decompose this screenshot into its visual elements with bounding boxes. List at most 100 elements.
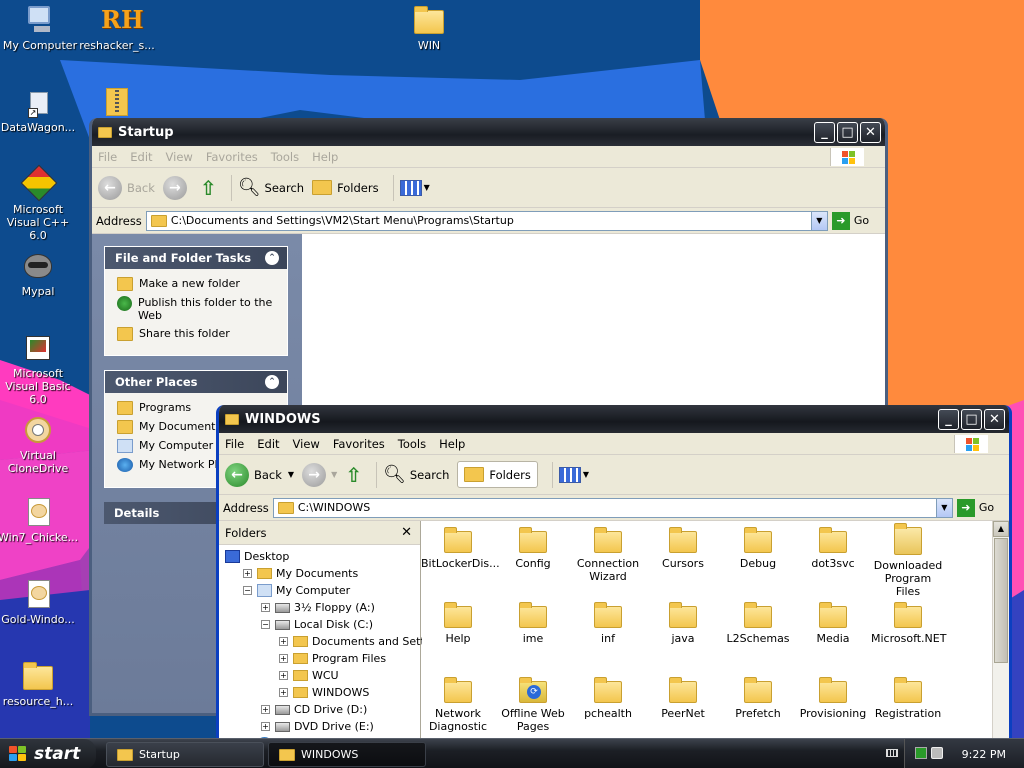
scroll-thumb[interactable] xyxy=(994,538,1008,663)
keyboard-icon[interactable] xyxy=(886,749,898,757)
menu-view[interactable]: View xyxy=(293,437,320,451)
back-button[interactable]: ← Back ▼ xyxy=(225,462,294,487)
minimize-button[interactable]: _ xyxy=(938,409,959,430)
expand-icon[interactable]: + xyxy=(279,671,288,680)
desktop-icon-virtual-clonedrive[interactable]: Virtual CloneDrive xyxy=(0,414,78,475)
folder-item[interactable]: L2Schemas xyxy=(721,600,795,645)
startup-titlebar[interactable]: Startup _ □ ✕ xyxy=(92,118,885,146)
tree-node[interactable]: − My Computer xyxy=(219,582,420,599)
folder-item[interactable]: Media xyxy=(796,600,870,645)
folder-item[interactable]: PeerNet xyxy=(646,675,720,720)
file-folder-tasks-header[interactable]: File and Folder Tasks ⌃ xyxy=(105,247,287,269)
folder-item[interactable]: Downloaded Program Files xyxy=(871,523,945,598)
tree-node[interactable]: + Documents and Settings xyxy=(219,633,448,650)
search-button[interactable]: 🔍︎ Search xyxy=(238,177,304,198)
menu-file[interactable]: File xyxy=(98,150,117,164)
folder-item[interactable]: Connection Wizard xyxy=(571,525,645,583)
folder-item[interactable]: ⟳ Offline Web Pages xyxy=(496,675,570,733)
desktop-icon-win7-chicken[interactable]: Win7_Chicke... xyxy=(0,496,78,544)
folder-item[interactable]: java xyxy=(646,600,720,645)
expand-icon[interactable]: + xyxy=(279,637,288,646)
desktop-icon-zip[interactable] xyxy=(77,86,155,116)
menu-file[interactable]: File xyxy=(225,437,244,451)
desktop-icon-reshacker[interactable]: RH reshacker_s... xyxy=(77,4,157,53)
menu-favorites[interactable]: Favorites xyxy=(206,150,258,164)
expand-icon[interactable]: + xyxy=(243,569,252,578)
desktop-icon-gold-windows[interactable]: Gold-Windo... xyxy=(0,578,78,626)
back-button[interactable]: ← Back xyxy=(98,175,155,200)
minimize-button[interactable]: _ xyxy=(814,122,835,143)
menu-tools[interactable]: Tools xyxy=(398,437,426,451)
tree-node[interactable]: + DVD Drive (E:) xyxy=(219,718,420,735)
scroll-up-icon[interactable]: ▲ xyxy=(993,521,1009,537)
folder-item[interactable]: inf xyxy=(571,600,645,645)
menu-tools[interactable]: Tools xyxy=(271,150,299,164)
network-icon[interactable] xyxy=(915,747,927,759)
tree-node[interactable]: − Local Disk (C:) xyxy=(219,616,420,633)
menu-favorites[interactable]: Favorites xyxy=(333,437,385,451)
start-button[interactable]: start xyxy=(0,739,96,768)
folder-item[interactable]: Provisioning xyxy=(796,675,870,720)
expand-icon[interactable]: + xyxy=(261,603,270,612)
tree-node[interactable]: + My Documents xyxy=(219,565,420,582)
expand-icon[interactable]: + xyxy=(279,654,288,663)
address-input[interactable]: C:\Documents and Settings\VM2\Start Menu… xyxy=(145,210,828,231)
go-button[interactable]: ➜ Go xyxy=(956,498,994,517)
up-button[interactable]: ⇧ xyxy=(345,463,362,487)
close-button[interactable]: ✕ xyxy=(984,409,1005,430)
menu-help[interactable]: Help xyxy=(439,437,465,451)
tree-node[interactable]: + WCU xyxy=(219,667,420,684)
folder-item[interactable]: BitLockerDis... xyxy=(422,525,500,570)
folder-item[interactable]: Registration xyxy=(871,675,945,720)
tree-node[interactable]: + WINDOWS xyxy=(219,684,420,701)
address-input[interactable]: C:\WINDOWS ▼ xyxy=(272,497,953,518)
desktop-icon-mypal[interactable]: Mypal xyxy=(0,250,78,298)
up-button[interactable]: ⇧ xyxy=(200,176,217,200)
chevron-down-icon[interactable]: ▼ xyxy=(810,211,827,230)
forward-button[interactable]: → xyxy=(162,175,192,200)
collapse-icon[interactable]: ⌃ xyxy=(265,251,279,265)
collapse-icon[interactable]: − xyxy=(261,620,270,629)
desktop-icon-visual-cpp[interactable]: Microsoft Visual C++ 6.0 xyxy=(0,164,78,242)
windows-window[interactable]: WINDOWS _ □ ✕ File Edit View Favorites T… xyxy=(216,405,1012,738)
close-button[interactable]: ✕ xyxy=(860,122,881,143)
volume-icon[interactable] xyxy=(931,747,943,759)
desktop-icon-datawagon[interactable]: ↗ DataWagon... xyxy=(0,86,78,134)
folders-button[interactable]: Folders xyxy=(457,461,538,488)
expand-icon[interactable]: + xyxy=(279,688,288,697)
other-places-header[interactable]: Other Places ⌃ xyxy=(105,371,287,393)
publish-folder-link[interactable]: Publish this folder to the Web xyxy=(105,293,287,324)
maximize-button[interactable]: □ xyxy=(961,409,982,430)
tree-node[interactable]: + Program Files xyxy=(219,650,420,667)
menu-view[interactable]: View xyxy=(166,150,193,164)
make-new-folder-link[interactable]: Make a new folder xyxy=(105,269,287,293)
desktop-icon-resource-hacker[interactable]: resource_h... xyxy=(0,660,78,708)
go-button[interactable]: ➜ Go xyxy=(831,211,869,230)
folder-item[interactable]: Debug xyxy=(721,525,795,570)
tree-node[interactable]: +3½ Floppy (A:) xyxy=(219,599,420,616)
folder-item[interactable]: Network Diagnostic xyxy=(422,675,495,733)
views-button[interactable]: ▼ xyxy=(558,466,589,483)
taskbar-item-windows[interactable]: WINDOWS xyxy=(268,742,426,767)
menu-edit[interactable]: Edit xyxy=(130,150,152,164)
folder-item[interactable]: Prefetch xyxy=(721,675,795,720)
folder-item[interactable]: Help xyxy=(422,600,495,645)
expand-icon[interactable]: + xyxy=(261,705,270,714)
folder-item[interactable]: dot3svc xyxy=(796,525,870,570)
taskbar-item-startup[interactable]: Startup xyxy=(106,742,264,767)
vertical-scrollbar[interactable]: ▲ xyxy=(992,521,1009,738)
expand-icon[interactable]: + xyxy=(261,722,270,731)
search-button[interactable]: 🔍︎ Search xyxy=(383,464,449,485)
desktop-icon-visual-basic[interactable]: Microsoft Visual Basic 6.0 xyxy=(0,332,78,406)
collapse-icon[interactable]: − xyxy=(243,586,252,595)
collapse-icon[interactable]: ⌃ xyxy=(265,375,279,389)
maximize-button[interactable]: □ xyxy=(837,122,858,143)
folder-item[interactable]: ime xyxy=(496,600,570,645)
tree-node[interactable]: + CD Drive (D:) xyxy=(219,701,420,718)
folders-button[interactable]: Folders xyxy=(312,180,379,195)
menu-edit[interactable]: Edit xyxy=(257,437,279,451)
folder-item[interactable]: Config xyxy=(496,525,570,570)
forward-button[interactable]: → ▼ xyxy=(302,462,337,487)
tree-node[interactable]: Desktop xyxy=(219,548,420,565)
folder-item[interactable]: pchealth xyxy=(571,675,645,720)
